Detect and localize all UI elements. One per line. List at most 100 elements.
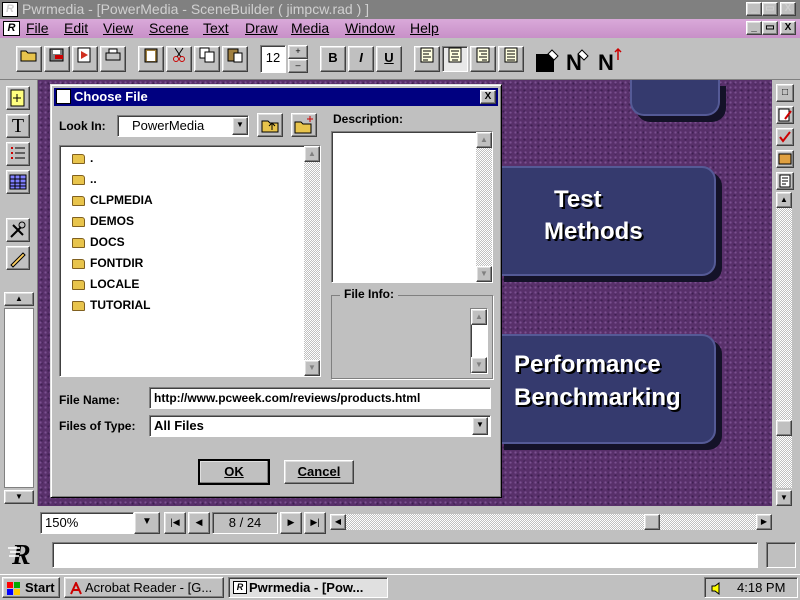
files-of-type-dropdown[interactable]: All Files ▼ [149, 415, 491, 437]
open-icon[interactable] [16, 46, 42, 72]
menu-media[interactable]: Media [291, 20, 329, 37]
slide-box-top[interactable] [630, 80, 720, 116]
bold-button[interactable]: B [320, 46, 346, 72]
doc-close-button[interactable]: X [780, 21, 796, 35]
file-list-scroll-down[interactable]: ▼ [304, 360, 320, 376]
italic-button[interactable]: I [348, 46, 374, 72]
hscroll-left-button[interactable]: ◀ [330, 514, 346, 530]
text-style-icon[interactable]: N [596, 46, 626, 75]
file-list-item[interactable]: .. [70, 169, 97, 190]
fill-color-icon[interactable] [534, 48, 562, 74]
menu-scene[interactable]: Scene [149, 20, 189, 37]
minimize-button[interactable]: _ [746, 2, 762, 16]
file-list-item[interactable]: DEMOS [70, 211, 134, 232]
zoom-field[interactable]: 150% [40, 512, 134, 534]
tools-icon[interactable] [6, 218, 30, 242]
file-list-item[interactable]: FONTDIR [70, 253, 143, 274]
edit-icon[interactable] [776, 106, 794, 124]
slide-box-performance[interactable]: Performance Benchmarking [498, 334, 716, 444]
file-list[interactable]: . .. CLPMEDIA DEMOS DOCS FONTDIR LOCALE … [59, 145, 321, 377]
page-indicator[interactable]: 8 / 24 [212, 512, 278, 534]
next-page-button[interactable]: ▶ [280, 512, 302, 534]
menu-file[interactable]: File [26, 20, 49, 37]
doc-minimize-button[interactable]: _ [746, 21, 762, 35]
hscroll-right-button[interactable]: ▶ [756, 514, 772, 530]
file-info-scroll-down[interactable]: ▼ [471, 357, 487, 373]
file-list-item[interactable]: TUTORIAL [70, 295, 150, 316]
look-in-dropdown-icon[interactable]: ▼ [232, 117, 248, 135]
bullet-list-icon[interactable] [6, 142, 30, 166]
menu-edit[interactable]: Edit [64, 20, 88, 37]
table-icon[interactable] [6, 170, 30, 194]
horizontal-scrollbar[interactable] [346, 514, 756, 530]
font-size-down-button[interactable]: – [288, 59, 308, 73]
slide-box-test-methods[interactable]: Test Methods [498, 166, 716, 276]
menu-text[interactable]: Text [203, 20, 229, 37]
vertical-scrollbar[interactable] [776, 208, 792, 488]
new-folder-icon[interactable] [291, 113, 317, 137]
menu-draw[interactable]: Draw [245, 20, 278, 37]
check-icon[interactable] [776, 128, 794, 146]
file-list-item[interactable]: LOCALE [70, 274, 139, 295]
task-acrobat-reader[interactable]: Acrobat Reader - [G... [64, 577, 224, 598]
file-name-input[interactable]: http://www.pcweek.com/reviews/products.h… [149, 387, 491, 409]
clipboard-icon[interactable] [138, 46, 164, 72]
first-page-button[interactable]: |◀ [164, 512, 186, 534]
description-scroll-up[interactable]: ▲ [476, 132, 492, 148]
align-justify-icon[interactable] [498, 46, 524, 72]
vscroll-down-button[interactable]: ▼ [776, 490, 792, 506]
speaker-icon[interactable] [711, 581, 725, 595]
document-icon[interactable]: R [3, 21, 20, 36]
vscroll-up-button[interactable]: ▲ [776, 192, 792, 208]
doc-restore-button[interactable]: ▭ [762, 21, 778, 35]
page-icon[interactable]: □ [776, 84, 794, 102]
up-folder-icon[interactable] [257, 113, 283, 137]
files-of-type-dropdown-icon[interactable]: ▼ [472, 417, 488, 435]
description-scroll-down[interactable]: ▼ [476, 266, 492, 282]
dialog-close-button[interactable]: X [480, 90, 496, 104]
task-pwrmedia[interactable]: R Pwrmedia - [Pow... [228, 577, 388, 598]
menu-view[interactable]: View [103, 20, 133, 37]
menu-window[interactable]: Window [345, 20, 395, 37]
text-color-icon[interactable]: N [564, 46, 594, 75]
align-right-icon[interactable] [470, 46, 496, 72]
import-icon[interactable] [72, 46, 98, 72]
align-left-icon[interactable] [414, 46, 440, 72]
cancel-button[interactable]: Cancel [284, 460, 354, 484]
last-page-button[interactable]: ▶| [304, 512, 326, 534]
slide-sorter-icon[interactable] [776, 172, 794, 190]
palette-list[interactable] [4, 308, 34, 488]
look-in-dropdown[interactable]: PowerMedia ▼ [117, 115, 249, 137]
description-scrollbar[interactable] [476, 148, 492, 266]
palette-scroll-up-button[interactable]: ▲ [4, 292, 34, 306]
file-list-scrollbar[interactable] [304, 162, 320, 360]
maximize-button[interactable]: ▭ [762, 2, 778, 16]
file-info-scroll-up[interactable]: ▲ [471, 309, 487, 325]
palette-scroll-down-button[interactable]: ▼ [4, 490, 34, 504]
zoom-dropdown-icon[interactable]: ▼ [134, 512, 160, 534]
hscroll-thumb[interactable] [644, 514, 660, 530]
start-button[interactable]: Start [2, 577, 60, 598]
paste-icon[interactable] [222, 46, 248, 72]
file-list-item[interactable]: CLPMEDIA [70, 190, 153, 211]
prev-page-button[interactable]: ◀ [188, 512, 210, 534]
close-button[interactable]: X [780, 2, 796, 16]
vscroll-thumb[interactable] [776, 420, 792, 436]
ok-button[interactable]: OK [198, 459, 270, 485]
cut-icon[interactable] [166, 46, 192, 72]
underline-button[interactable]: U [376, 46, 402, 72]
align-center-icon[interactable] [442, 46, 468, 72]
print-icon[interactable] [100, 46, 126, 72]
file-info-scrollbar[interactable]: ▲ ▼ [470, 308, 488, 374]
description-box[interactable]: ▲ ▼ [331, 131, 493, 283]
file-list-item[interactable]: . [70, 148, 93, 169]
text-tool-icon[interactable]: T [6, 114, 30, 138]
font-size-field[interactable]: 12 [260, 45, 286, 73]
menu-help[interactable]: Help [410, 20, 439, 37]
file-list-item[interactable]: DOCS [70, 232, 125, 253]
new-scene-icon[interactable] [6, 86, 30, 110]
save-icon[interactable] [44, 46, 70, 72]
font-size-up-button[interactable]: + [288, 45, 308, 59]
image-icon[interactable] [776, 150, 794, 168]
file-list-scroll-up[interactable]: ▲ [304, 146, 320, 162]
